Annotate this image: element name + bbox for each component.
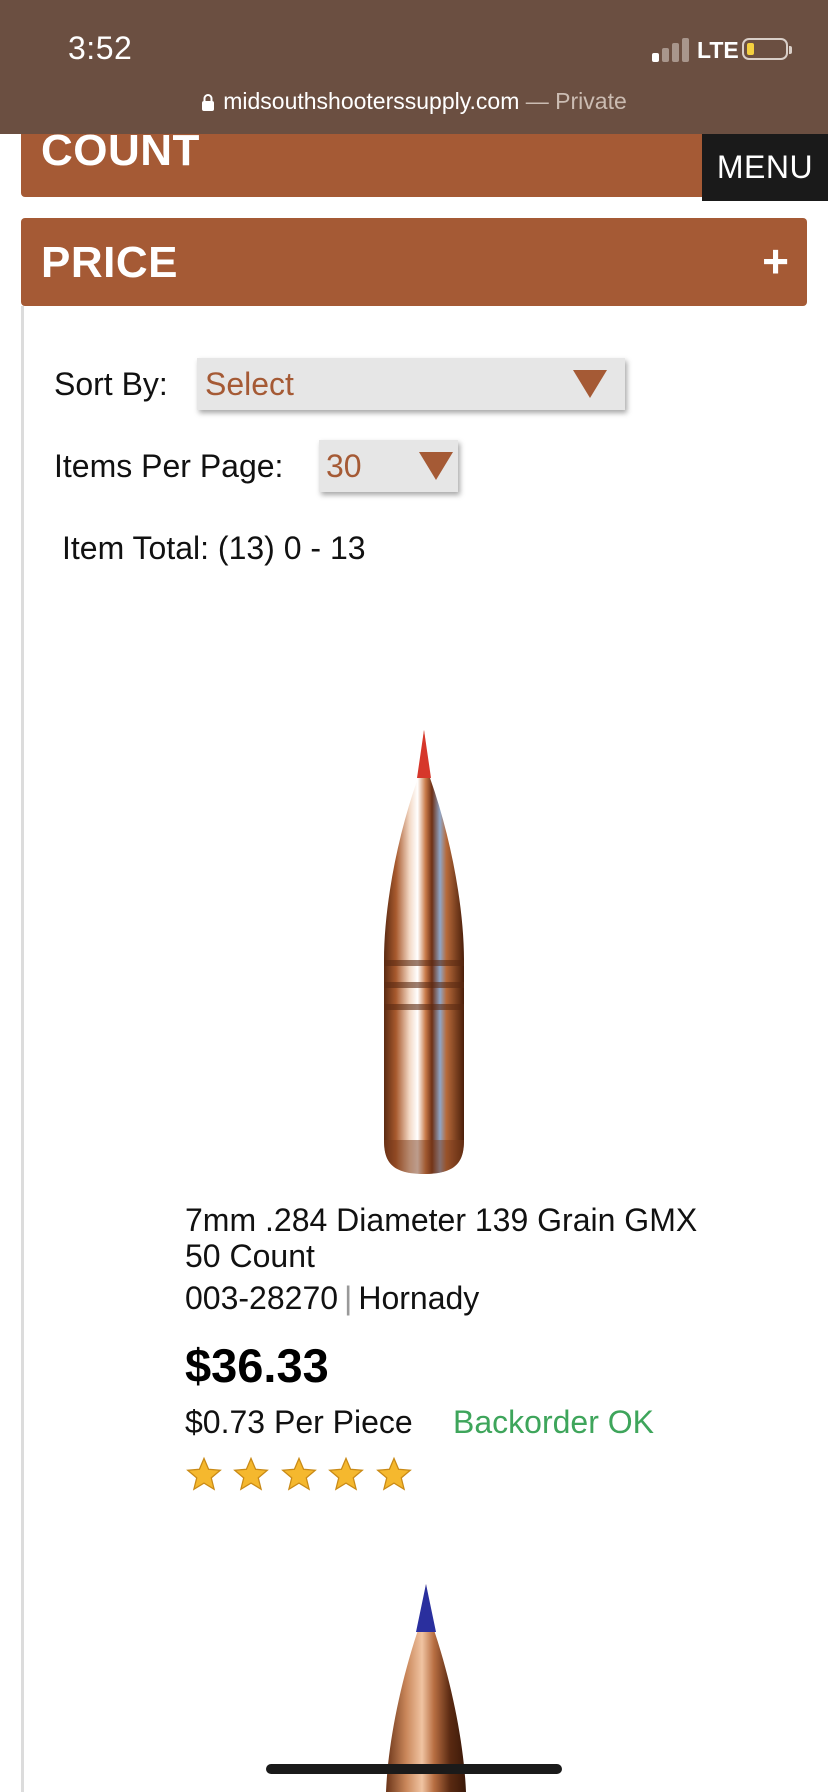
availability-status: Backorder OK	[453, 1404, 654, 1440]
expand-plus-icon[interactable]: +	[762, 234, 789, 288]
items-per-page-value: 30	[326, 448, 362, 484]
price-filter-label: PRICE	[41, 238, 178, 287]
product-sku-row: 003-28270 | Hornady	[185, 1280, 479, 1317]
battery-icon	[742, 38, 792, 60]
lock-icon	[202, 94, 215, 111]
address-bar[interactable]: midsouthshooterssupply.com — Private	[0, 88, 828, 115]
product-price: $36.33	[185, 1339, 329, 1392]
star-icon	[233, 1456, 270, 1491]
product-image[interactable]	[372, 730, 476, 1174]
home-indicator[interactable]	[266, 1764, 562, 1774]
browser-status-bar: 3:52 LTE midsouthshooterssupply.com — Pr…	[0, 0, 828, 134]
star-icon	[281, 1456, 317, 1491]
chevron-down-icon	[419, 452, 453, 480]
star-rating	[185, 1456, 418, 1496]
content-left-border	[21, 306, 24, 1792]
chevron-down-icon	[573, 370, 607, 398]
signal-icon	[652, 36, 692, 62]
product-brand: Hornady	[358, 1280, 480, 1316]
product-image[interactable]	[384, 1584, 468, 1792]
count-filter-bar[interactable]: COUNT	[21, 126, 807, 197]
sort-by-value: Select	[205, 366, 294, 402]
star-icon	[328, 1456, 365, 1491]
sku-separator: |	[344, 1280, 353, 1316]
sort-by-select[interactable]: Select	[197, 358, 625, 410]
url-text: midsouthshooterssupply.com	[223, 88, 520, 114]
items-per-page-label: Items Per Page:	[54, 448, 284, 484]
item-total: Item Total: (13) 0 - 13	[62, 530, 366, 566]
url-separator: —	[525, 88, 549, 114]
private-label: Private	[555, 88, 627, 114]
clock-time: 3:52	[68, 30, 133, 66]
price-filter-bar[interactable]: PRICE +	[21, 218, 807, 306]
menu-button[interactable]: MENU	[702, 134, 828, 201]
count-filter-label: COUNT	[41, 126, 200, 175]
star-icon	[375, 1456, 412, 1491]
sort-by-label: Sort By:	[54, 366, 168, 402]
product-title-link[interactable]: 7mm .284 Diameter 139 Grain GMX 50 Count	[185, 1202, 705, 1274]
product-sku: 003-28270	[185, 1280, 339, 1316]
network-type: LTE	[697, 37, 739, 63]
star-icon	[186, 1456, 222, 1491]
items-per-page-select[interactable]: 30	[319, 440, 458, 492]
per-piece-price: $0.73 Per Piece	[185, 1404, 413, 1440]
